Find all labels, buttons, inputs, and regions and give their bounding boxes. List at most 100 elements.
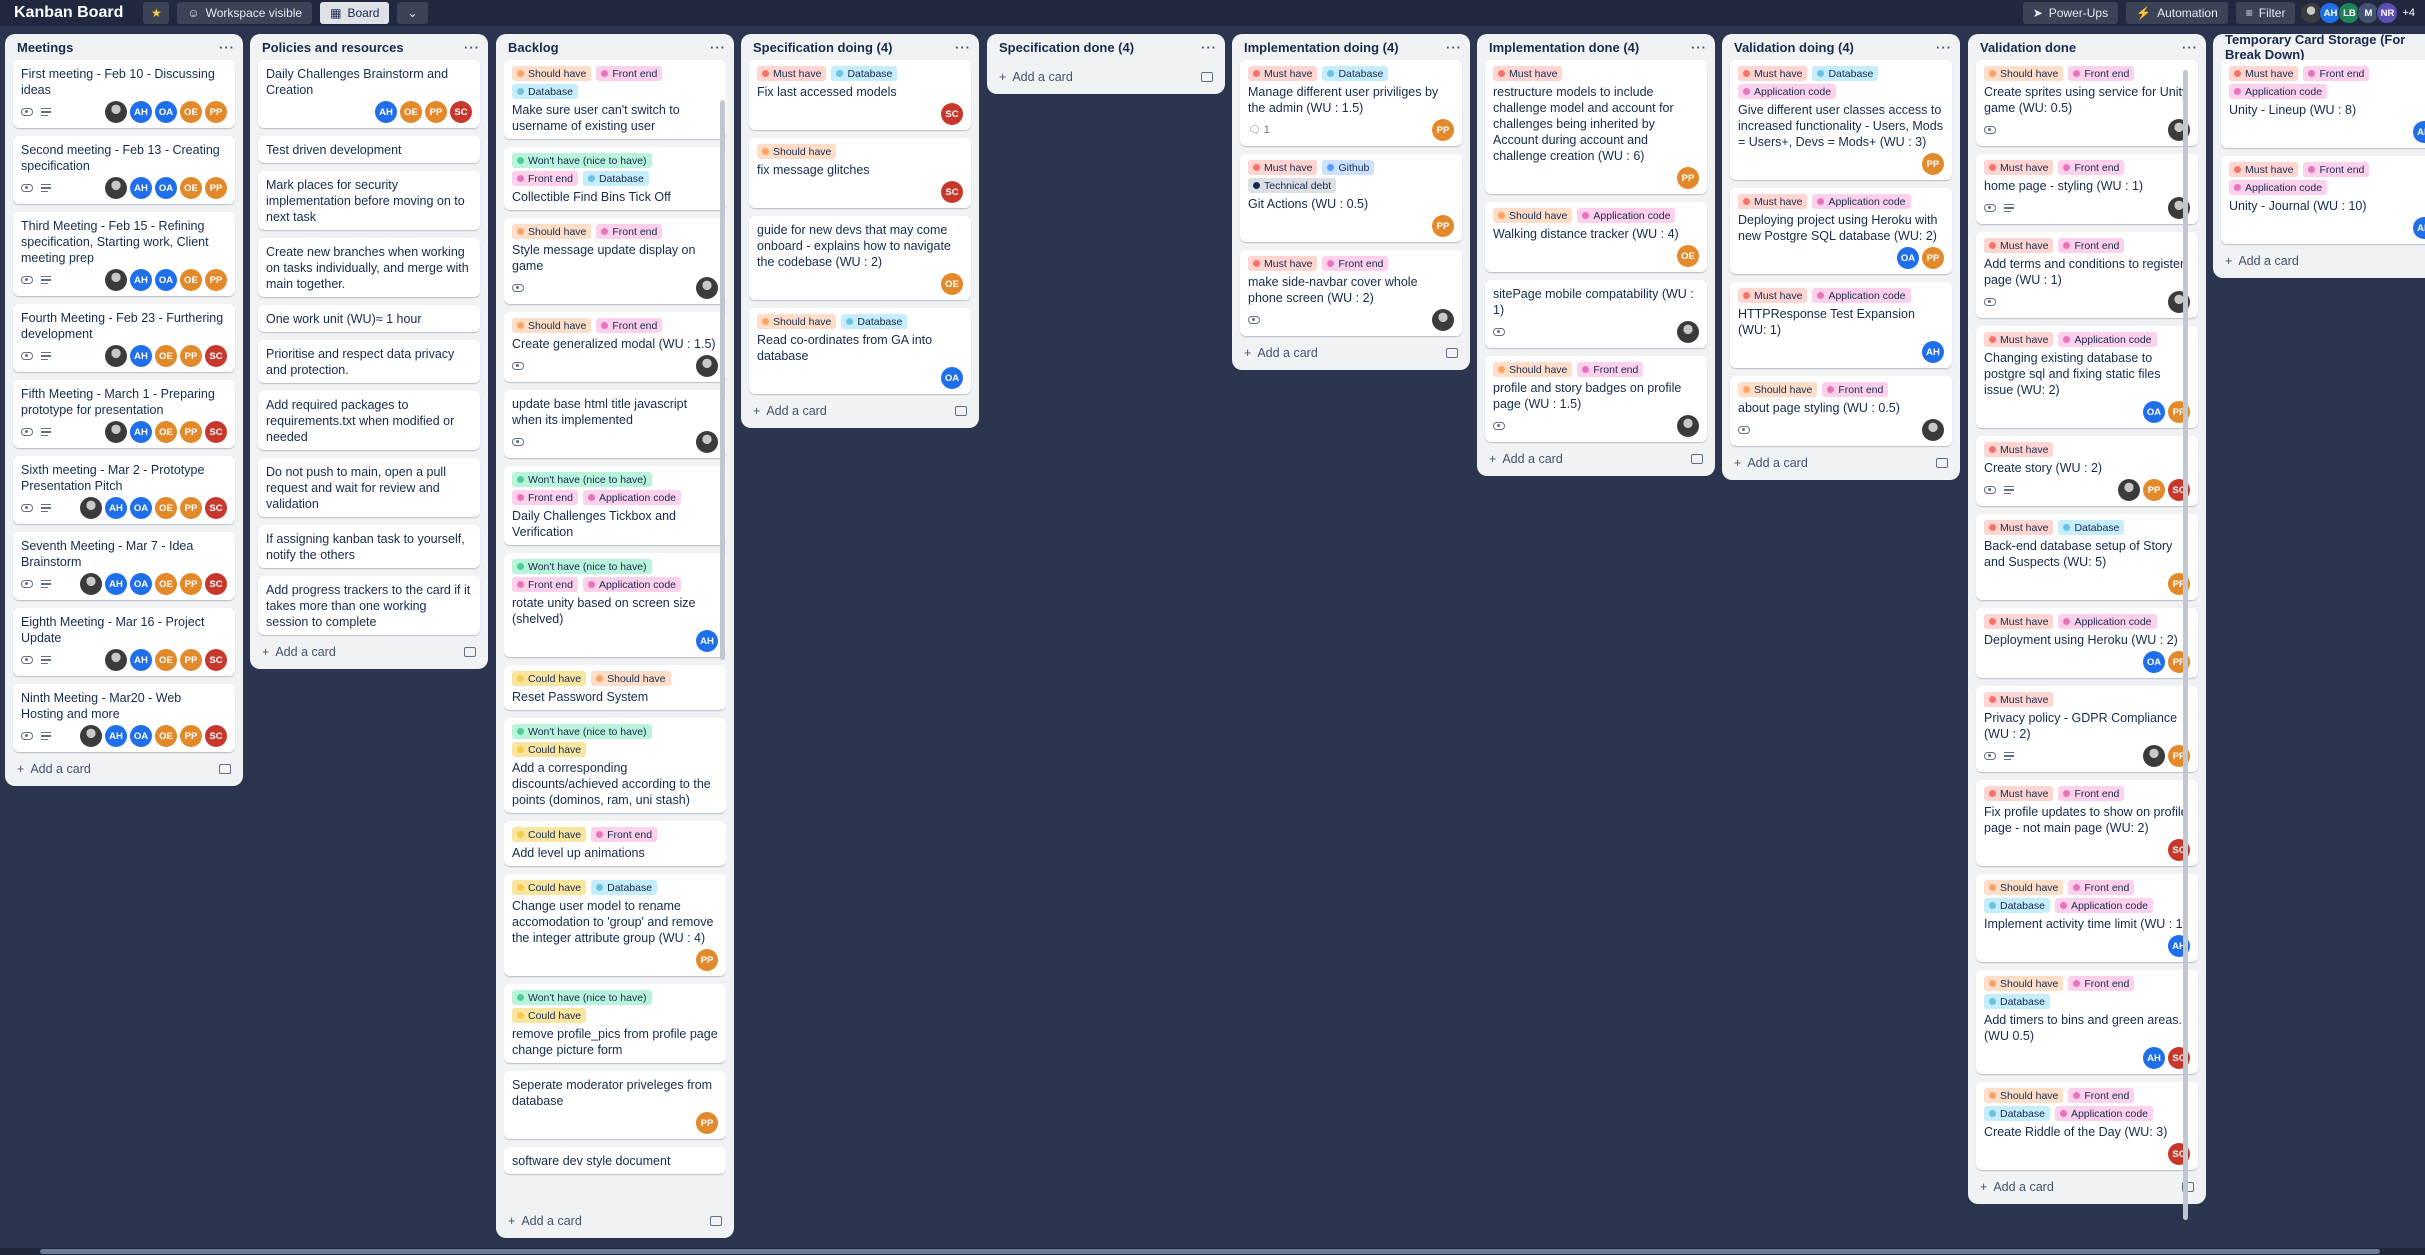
member-avatar[interactable]: SC bbox=[205, 725, 227, 747]
card-label[interactable]: Must have bbox=[2229, 66, 2299, 81]
card[interactable]: Won't have (nice to have) Front end Applic… bbox=[504, 466, 726, 545]
member-avatar-photo[interactable] bbox=[105, 269, 127, 291]
card-label[interactable]: Must have bbox=[1248, 256, 1318, 271]
member-avatar[interactable]: PP bbox=[180, 725, 202, 747]
member-avatar-photo[interactable] bbox=[2143, 745, 2165, 767]
more-members-count[interactable]: +4 bbox=[2402, 7, 2415, 19]
card[interactable]: Must have Application code HTTPResponse Te… bbox=[1730, 282, 1952, 368]
member-avatar[interactable]: PP bbox=[180, 649, 202, 671]
member-avatar-photo[interactable] bbox=[1922, 419, 1944, 441]
card[interactable]: Could have Front end Add level up animatio… bbox=[504, 821, 726, 866]
card-label[interactable]: Database bbox=[591, 880, 658, 895]
board-view-tab[interactable]: ▦ Board bbox=[320, 2, 390, 24]
member-avatar[interactable]: AH bbox=[130, 269, 152, 291]
member-avatar[interactable]: PP bbox=[205, 177, 227, 199]
card-label[interactable]: Application code bbox=[2054, 1106, 2154, 1121]
card[interactable]: Must have Database Fix last accessed model… bbox=[749, 60, 971, 130]
views-dropdown-button[interactable]: ⌄ bbox=[397, 2, 428, 24]
member-avatar-photo[interactable] bbox=[1677, 415, 1699, 437]
member-avatar[interactable]: PP bbox=[205, 269, 227, 291]
card-label[interactable]: Won't have (nice to have) bbox=[512, 472, 652, 487]
more-options-icon[interactable]: ··· bbox=[1201, 40, 1217, 55]
card-label[interactable]: Must have bbox=[1984, 614, 2054, 629]
member-avatar[interactable]: SC bbox=[205, 345, 227, 367]
card-label[interactable]: Database bbox=[1984, 1106, 2050, 1121]
card[interactable]: Won't have (nice to have) Front end Applic… bbox=[504, 553, 726, 657]
member-avatar-photo[interactable] bbox=[696, 355, 718, 377]
member-avatar[interactable]: SC bbox=[205, 421, 227, 443]
card-label[interactable]: Application code bbox=[2058, 614, 2157, 629]
member-avatar[interactable]: AH bbox=[105, 725, 127, 747]
card-label[interactable]: Front end bbox=[596, 224, 663, 239]
card-label[interactable]: Front end bbox=[512, 490, 578, 505]
add-card-button[interactable]: + Add a card bbox=[1244, 346, 1318, 360]
member-avatar[interactable]: AH bbox=[130, 649, 152, 671]
card[interactable]: Should have Front end profile and story ba… bbox=[1485, 356, 1707, 442]
visibility-button[interactable]: ☺ Workspace visible bbox=[177, 2, 313, 24]
list-title[interactable]: Specification done (4) bbox=[999, 40, 1134, 55]
card-label[interactable]: Front end bbox=[2058, 786, 2125, 801]
card[interactable]: Third Meeting - Feb 15 - Refining specif… bbox=[13, 212, 235, 296]
list-title[interactable]: Validation done bbox=[1980, 40, 2076, 55]
card[interactable]: Do not push to main, open a pull request… bbox=[258, 458, 480, 517]
card-label[interactable]: Won't have (nice to have) bbox=[512, 990, 652, 1005]
card-label[interactable]: Application code bbox=[2229, 180, 2328, 195]
member-avatar[interactable]: OE bbox=[155, 497, 177, 519]
card-label[interactable]: Must have bbox=[1984, 160, 2054, 175]
more-options-icon[interactable]: ··· bbox=[955, 40, 971, 55]
more-options-icon[interactable]: ··· bbox=[1446, 40, 1462, 55]
card-label[interactable]: Must have bbox=[1984, 238, 2054, 253]
card-label[interactable]: Should have bbox=[1738, 382, 1818, 397]
card[interactable]: Must have Application code Deploying proje… bbox=[1730, 188, 1952, 274]
card[interactable]: Must have Database Manage different user p… bbox=[1240, 60, 1462, 146]
card[interactable]: One work unit (WU)≈ 1 hour bbox=[258, 305, 480, 332]
member-avatar[interactable]: AH bbox=[2413, 217, 2425, 239]
card-label[interactable]: Database bbox=[1812, 66, 1879, 81]
card-label[interactable]: Won't have (nice to have) bbox=[512, 724, 652, 739]
card[interactable]: Must have Privacy policy - GDPR Complianc… bbox=[1976, 686, 2198, 772]
card-label[interactable]: Must have bbox=[1738, 194, 1808, 209]
card-label[interactable]: Front end bbox=[2068, 66, 2135, 81]
card[interactable]: Should have Front end Style message update… bbox=[504, 218, 726, 304]
member-avatar[interactable]: AH bbox=[130, 177, 152, 199]
member-avatar[interactable]: OA bbox=[155, 269, 177, 291]
card[interactable]: If assigning kanban task to yourself, no… bbox=[258, 525, 480, 568]
member-avatar[interactable]: PP bbox=[180, 421, 202, 443]
member-avatar-photo[interactable] bbox=[105, 649, 127, 671]
card[interactable]: Sixth meeting - Mar 2 - Prototype Presen… bbox=[13, 456, 235, 524]
list-scrollbar[interactable] bbox=[720, 100, 725, 660]
card[interactable]: Should have Database Read co-ordinates fro… bbox=[749, 308, 971, 394]
card-label[interactable]: Front end bbox=[596, 318, 663, 333]
list-title[interactable]: Meetings bbox=[17, 40, 73, 55]
card[interactable]: Must have Application code Deployment usin… bbox=[1976, 608, 2198, 678]
card-template-icon[interactable] bbox=[219, 764, 231, 774]
card-label[interactable]: Front end bbox=[1577, 362, 1644, 377]
member-avatar[interactable]: NR bbox=[2376, 2, 2399, 24]
board-horizontal-scrollbar[interactable] bbox=[0, 1248, 2425, 1255]
card-label[interactable]: Application code bbox=[582, 490, 682, 505]
member-avatar[interactable]: SC bbox=[450, 101, 472, 123]
card[interactable]: Prioritise and respect data privacy and … bbox=[258, 340, 480, 383]
card-label[interactable]: Front end bbox=[2058, 238, 2125, 253]
card-label[interactable]: Front end bbox=[512, 171, 578, 186]
card-label[interactable]: Won't have (nice to have) bbox=[512, 153, 652, 168]
card-label[interactable]: Database bbox=[582, 171, 649, 186]
card[interactable]: Fifth Meeting - March 1 - Preparing prot… bbox=[13, 380, 235, 448]
card-template-icon[interactable] bbox=[464, 647, 476, 657]
card-label[interactable]: Database bbox=[1984, 898, 2050, 913]
member-avatar[interactable]: OA bbox=[155, 177, 177, 199]
add-card-button[interactable]: + Add a card bbox=[17, 762, 91, 776]
member-avatar[interactable]: OA bbox=[2143, 651, 2165, 673]
card[interactable]: Ninth Meeting - Mar20 - Web Hosting and … bbox=[13, 684, 235, 752]
list-title[interactable]: Specification doing (4) bbox=[753, 40, 892, 55]
more-options-icon[interactable]: ··· bbox=[710, 40, 726, 55]
add-card-button[interactable]: + Add a card bbox=[753, 404, 827, 418]
card[interactable]: Should have Front end Database Application … bbox=[1976, 1082, 2198, 1170]
card-label[interactable]: Could have bbox=[512, 827, 587, 842]
card-label[interactable]: Should have bbox=[1984, 66, 2064, 81]
member-avatar[interactable]: AH bbox=[2143, 1047, 2165, 1069]
card-label[interactable]: Must have bbox=[1493, 66, 1563, 81]
member-avatar[interactable]: OE bbox=[155, 345, 177, 367]
member-avatar[interactable]: AH bbox=[2413, 121, 2425, 143]
list-title[interactable]: Implementation doing (4) bbox=[1244, 40, 1399, 55]
